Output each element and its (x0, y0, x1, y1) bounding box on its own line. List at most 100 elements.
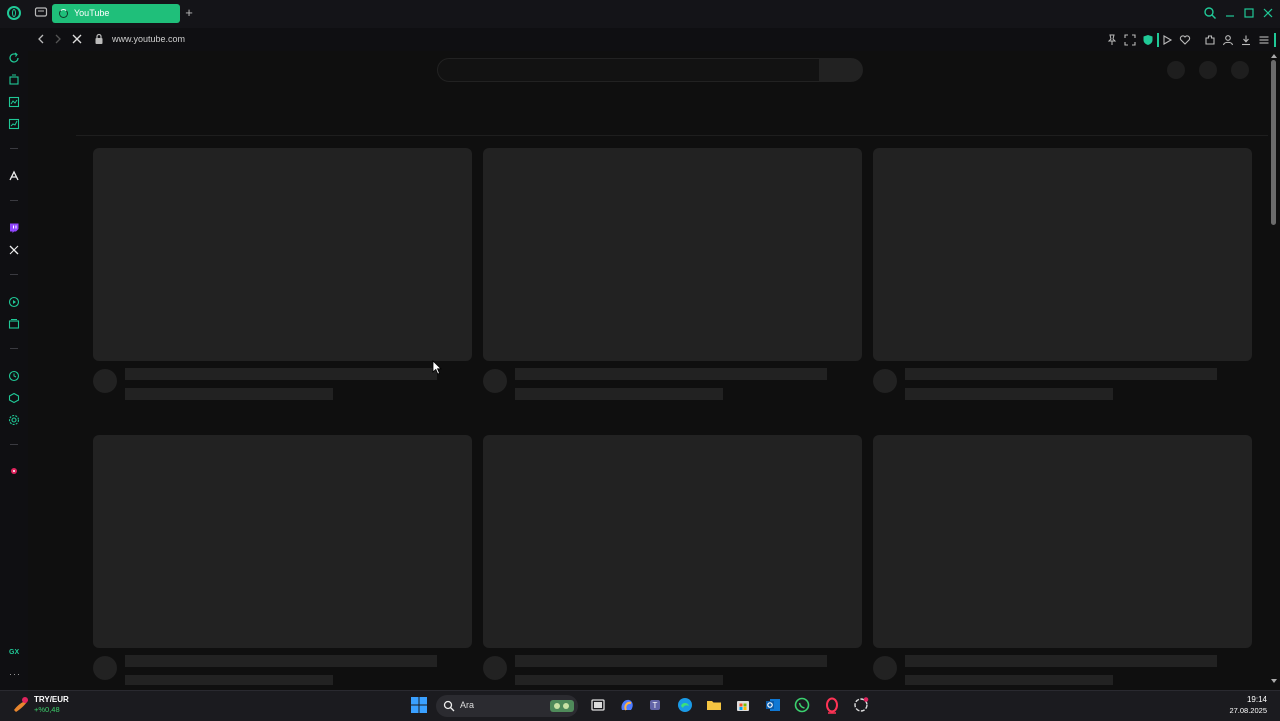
scroll-up-icon[interactable] (1270, 53, 1278, 59)
video-meta-placeholder (515, 675, 723, 685)
gx-control-icon[interactable] (8, 52, 20, 64)
settings-gear-icon[interactable] (8, 414, 20, 426)
x-twitter-icon[interactable] (8, 244, 20, 256)
easy-setup-menu-icon[interactable] (1258, 34, 1270, 46)
video-thumbnail-placeholder[interactable] (93, 148, 472, 361)
channel-avatar-placeholder[interactable] (873, 369, 897, 393)
extensions-icon[interactable] (1204, 34, 1216, 46)
download-icon[interactable] (1240, 34, 1252, 46)
youtube-search-input[interactable] (437, 58, 820, 82)
video-thumbnail-placeholder[interactable] (873, 435, 1252, 648)
extensions-sidebar-icon[interactable] (8, 392, 20, 404)
stats-icon[interactable] (8, 118, 20, 130)
history-icon[interactable] (8, 370, 20, 382)
profile-icon[interactable] (1222, 34, 1234, 46)
channel-avatar-placeholder[interactable] (483, 656, 507, 680)
sidebar-gx-label[interactable]: GX (9, 649, 19, 656)
outlook-icon[interactable] (764, 696, 782, 714)
title-bar: YouTube + (0, 0, 1280, 29)
snapshot-icon[interactable] (1124, 34, 1136, 46)
widget-label[interactable]: TRY/EUR (34, 695, 69, 704)
video-title-placeholder[interactable] (515, 655, 827, 667)
video-title-placeholder[interactable] (125, 368, 437, 380)
account-avatar[interactable] (1231, 61, 1249, 79)
stop-loading-icon[interactable] (71, 33, 83, 45)
teams-icon[interactable]: T (647, 696, 665, 714)
new-tab-button[interactable]: + (182, 4, 196, 23)
edge-browser-icon[interactable] (676, 696, 694, 714)
tab-menu-icon[interactable] (34, 5, 48, 19)
video-title-placeholder[interactable] (125, 655, 437, 667)
video-thumbnail-placeholder[interactable] (483, 435, 862, 648)
scroll-down-icon[interactable] (1270, 678, 1278, 684)
video-meta-placeholder (125, 388, 333, 400)
taskbar-search-box[interactable]: Ara (436, 695, 578, 717)
widget-value: +%0,48 (34, 705, 60, 714)
file-explorer-icon[interactable] (705, 696, 723, 714)
notifications-button[interactable] (1199, 61, 1217, 79)
sidebar-separator (10, 444, 18, 445)
video-meta-placeholder (905, 388, 1113, 400)
video-thumbnail-placeholder[interactable] (873, 148, 1252, 361)
chip-bar-divider (76, 135, 1268, 136)
forward-icon[interactable] (53, 33, 63, 45)
video-meta-placeholder (125, 675, 333, 685)
taskbar-search-icon (443, 700, 455, 712)
url-text[interactable]: www.youtube.com (112, 32, 185, 46)
video-title-placeholder[interactable] (515, 368, 827, 380)
lock-icon[interactable] (94, 33, 104, 45)
channel-avatar-placeholder[interactable] (93, 656, 117, 680)
opera-gx-logo-icon[interactable] (7, 6, 21, 20)
back-icon[interactable] (36, 33, 46, 45)
search-icon[interactable] (1203, 6, 1217, 20)
task-view-icon[interactable] (589, 696, 607, 714)
sidebar-separator (10, 200, 18, 201)
whatsapp-icon[interactable] (793, 696, 811, 714)
minimize-icon[interactable] (1223, 6, 1237, 20)
video-thumbnail-placeholder[interactable] (483, 148, 862, 361)
weather-widget-icon[interactable] (12, 696, 30, 714)
sidebar: GX ··· (0, 28, 28, 690)
player-icon[interactable] (8, 296, 20, 308)
address-bar: www.youtube.com (28, 28, 1280, 51)
toolbar-edge-accent (1274, 33, 1276, 47)
play-icon[interactable] (1161, 34, 1173, 46)
windows-start-icon[interactable] (410, 696, 428, 714)
close-icon[interactable] (1261, 6, 1275, 20)
video-thumbnail-placeholder[interactable] (93, 435, 472, 648)
adblock-shield-icon[interactable] (1142, 34, 1154, 46)
microsoft-store-icon[interactable] (734, 696, 752, 714)
video-meta-placeholder (905, 675, 1113, 685)
clock-time[interactable]: 19:14 (1247, 695, 1267, 704)
aria-ai-icon[interactable] (8, 170, 20, 182)
twitch-icon[interactable] (8, 222, 20, 234)
twitch-like-icon[interactable] (8, 96, 20, 108)
sidebar-separator (10, 348, 18, 349)
pin-icon[interactable] (1106, 34, 1118, 46)
mouse-cursor-icon (432, 360, 442, 375)
heart-icon[interactable] (1179, 34, 1191, 46)
tab-loading-icon (59, 9, 68, 18)
create-button[interactable] (1167, 61, 1185, 79)
notification-badge-icon[interactable] (8, 465, 20, 477)
search-highlight-icon (550, 700, 574, 712)
tab-youtube[interactable]: YouTube (52, 4, 180, 23)
toolbar-separator (1157, 33, 1159, 47)
sidebar-more-button[interactable]: ··· (9, 669, 21, 679)
youtube-page (28, 51, 1268, 690)
video-title-placeholder[interactable] (905, 655, 1217, 667)
sidebar-separator (10, 148, 18, 149)
channel-avatar-placeholder[interactable] (873, 656, 897, 680)
scrollbar-thumb[interactable] (1271, 60, 1276, 225)
opera-gx-taskbar-icon[interactable] (823, 696, 841, 714)
gx-corner-icon[interactable] (8, 74, 20, 86)
channel-avatar-placeholder[interactable] (483, 369, 507, 393)
wallet-icon[interactable] (8, 318, 20, 330)
copilot-icon[interactable] (618, 696, 636, 714)
chatgpt-icon[interactable] (852, 696, 870, 714)
maximize-icon[interactable] (1242, 6, 1256, 20)
youtube-search-button[interactable] (820, 58, 863, 82)
channel-avatar-placeholder[interactable] (93, 369, 117, 393)
clock-date[interactable]: 27.08.2025 (1229, 706, 1267, 715)
video-title-placeholder[interactable] (905, 368, 1217, 380)
